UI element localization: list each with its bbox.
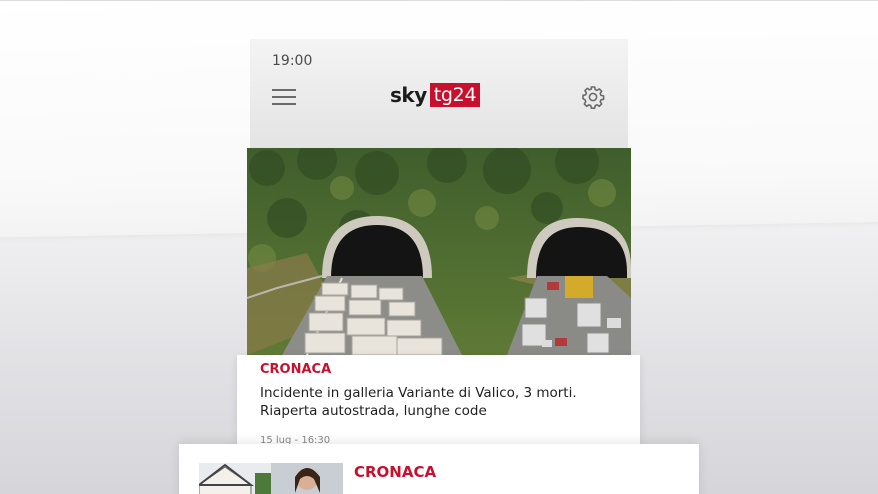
status-bar-time: 19:00 xyxy=(272,53,313,69)
gear-icon[interactable] xyxy=(581,85,605,109)
skytg24-logo[interactable]: sky tg24 xyxy=(390,82,481,108)
top-divider xyxy=(0,0,878,1)
article-hero-image[interactable] xyxy=(247,148,631,355)
app-header: 19:00 sky tg24 xyxy=(250,39,628,149)
logo-tg24-text: tg24 xyxy=(429,83,481,107)
hamburger-menu-icon[interactable] xyxy=(272,89,296,106)
article-category[interactable]: CRONACA xyxy=(260,362,331,377)
second-article-category[interactable]: CRONACA xyxy=(354,463,436,481)
second-article-card[interactable]: CRONACA xyxy=(179,444,699,494)
main-article-card[interactable]: CRONACA Incidente in galleria Variante d… xyxy=(237,355,640,446)
logo-sky-text: sky xyxy=(390,83,427,107)
second-article-thumbnail[interactable] xyxy=(199,463,343,494)
article-title[interactable]: Incidente in galleria Variante di Valico… xyxy=(260,384,630,420)
